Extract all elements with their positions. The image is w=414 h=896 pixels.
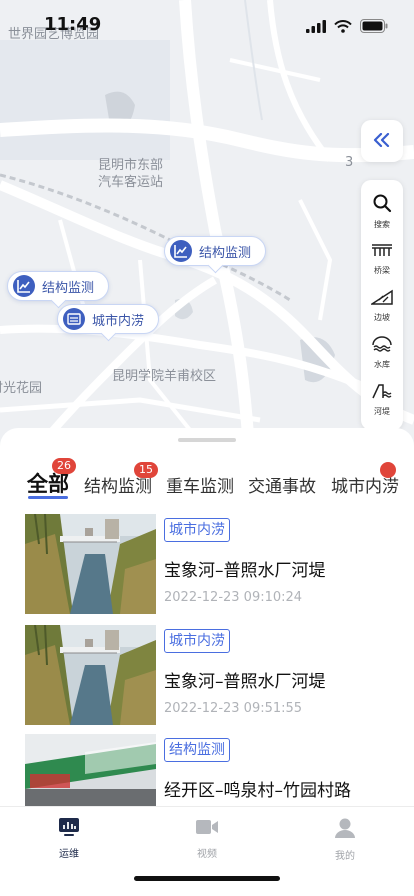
nav-profile[interactable]: 我的: [305, 817, 385, 862]
marker-label: 城市内涝: [92, 313, 145, 329]
event-type-tag: 结构监测: [164, 738, 230, 762]
bottom-tab-bar: 运维 视频 我的: [0, 806, 414, 896]
marker-label: 结构监测: [42, 280, 95, 296]
event-title: 宝象河–普照水厂河堤: [164, 561, 326, 581]
tool-label: 水库: [374, 360, 390, 369]
tab-traffic-accident[interactable]: 交通事故: [248, 472, 316, 497]
reservoir-icon: [371, 335, 393, 357]
list-item[interactable]: 城市内涝 宝象河–普照水厂河堤 2022-12-23 09:51:55: [25, 625, 400, 725]
tab-badge: 26: [52, 458, 76, 474]
event-photo: [25, 514, 156, 614]
marker-label: 结构监测: [199, 245, 252, 261]
monitor-chart-icon: [58, 817, 80, 841]
tab-heavy-vehicle[interactable]: 重车监测: [166, 472, 234, 497]
event-time: 2022-12-23 09:10:24: [164, 590, 303, 605]
map-label-bus-station: 昆明市东部 汽车客运站: [98, 158, 164, 190]
battery-icon: [360, 18, 388, 37]
wifi-icon: [334, 18, 352, 37]
collapse-toolbar-button[interactable]: [361, 120, 403, 162]
tool-slope[interactable]: 边坡: [361, 282, 403, 329]
map-marker-structure[interactable]: 结构监测: [7, 271, 110, 301]
nav-label: 运维: [59, 849, 79, 860]
home-indicator: [134, 876, 280, 881]
nav-label: 我的: [335, 851, 355, 862]
bottom-sheet: 全部 26 结构监测 15 重车监测 交通事故 城市内涝 城市内涝 宝象河–普照…: [0, 428, 414, 808]
map-toolbar: 搜索 桥梁 边坡 水库 河堤: [361, 180, 403, 430]
map-marker-waterlog[interactable]: 城市内涝: [57, 304, 160, 334]
bridge-icon: [371, 241, 393, 263]
chart-line-icon: [13, 275, 35, 297]
tab-badge: 15: [134, 462, 158, 478]
event-type-tag: 城市内涝: [164, 629, 230, 653]
list-item[interactable]: 城市内涝 宝象河–普照水厂河堤 2022-12-23 09:10:24: [25, 514, 400, 614]
map-background: [0, 0, 414, 470]
list-item[interactable]: 结构监测 经开区–鸣泉村–竹园村路: [25, 734, 400, 808]
tool-label: 边坡: [374, 313, 390, 322]
event-type-tag: 城市内涝: [164, 518, 230, 542]
tool-bridge[interactable]: 桥梁: [361, 235, 403, 282]
event-photo: [25, 625, 156, 725]
tool-label: 搜索: [374, 220, 390, 229]
map-label-school: 昆明学院羊甫校区: [112, 369, 217, 384]
waterlog-icon: [63, 308, 85, 330]
tool-reservoir[interactable]: 水库: [361, 329, 403, 376]
video-icon: [195, 817, 219, 841]
status-bar: 11:49: [0, 0, 414, 50]
drag-handle[interactable]: [178, 438, 236, 442]
nav-video[interactable]: 视频: [167, 817, 247, 860]
tool-embankment[interactable]: 河堤: [361, 376, 403, 423]
map-view[interactable]: 世界园艺博览园 昆明市东部 汽车客运站 昆明学院羊甫校区 时光花园 3 结构监测…: [0, 0, 414, 470]
event-title: 经开区–鸣泉村–竹园村路: [164, 781, 351, 801]
double-chevron-left-icon: [373, 132, 391, 151]
embankment-icon: [371, 382, 393, 404]
tool-label: 桥梁: [374, 266, 390, 275]
tool-search[interactable]: 搜索: [361, 188, 403, 235]
chart-line-icon: [170, 240, 192, 262]
signal-icon: [306, 18, 326, 37]
map-label-road-number: 3: [345, 155, 354, 170]
map-label-garden: 时光花园: [0, 381, 43, 396]
search-icon: [372, 193, 392, 217]
tab-badge-partial: [380, 462, 396, 478]
slope-icon: [369, 288, 393, 310]
tab-active-indicator: [28, 496, 68, 499]
nav-ops[interactable]: 运维: [29, 817, 109, 860]
event-title: 宝象河–普照水厂河堤: [164, 672, 326, 692]
event-time: 2022-12-23 09:51:55: [164, 701, 303, 716]
tool-label: 河堤: [374, 407, 390, 416]
map-marker-structure[interactable]: 结构监测: [164, 236, 267, 266]
status-time: 11:49: [44, 14, 102, 35]
category-tabs: 全部 26 结构监测 15 重车监测 交通事故 城市内涝: [0, 458, 414, 506]
user-icon: [334, 817, 356, 843]
nav-label: 视频: [197, 849, 217, 860]
event-photo: [25, 734, 156, 808]
